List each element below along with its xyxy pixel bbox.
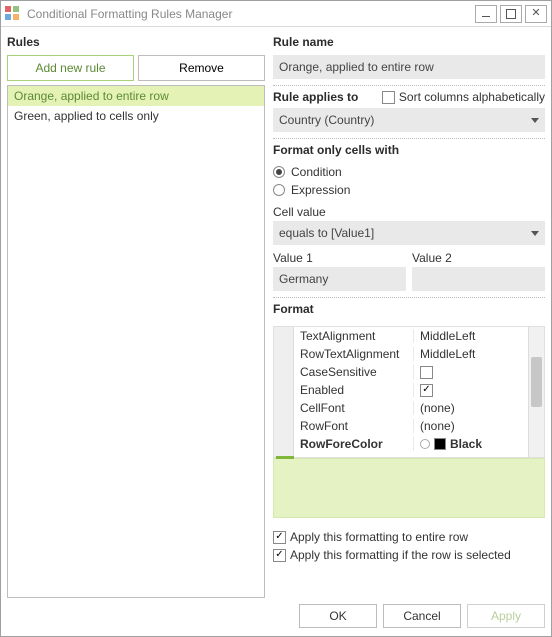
cell-value-heading: Cell value <box>273 205 545 219</box>
format-preview <box>273 458 545 518</box>
radio-icon <box>273 166 285 178</box>
checkbox-icon <box>382 91 395 104</box>
value2-input[interactable] <box>412 267 545 291</box>
property-row[interactable]: RowTextAlignmentMiddleLeft <box>294 345 528 363</box>
checkbox-icon <box>273 549 286 562</box>
color-swatch-icon <box>434 438 446 450</box>
property-name: CaseSensitive <box>294 365 414 379</box>
property-row[interactable]: Enabled <box>294 381 528 399</box>
format-heading: Format <box>273 302 545 316</box>
cell-value-combo[interactable]: equals to [Value1] <box>273 221 545 245</box>
radio-condition[interactable]: Condition <box>273 165 545 179</box>
remove-rule-button[interactable]: Remove <box>138 55 265 81</box>
property-name: TextAlignment <box>294 329 414 343</box>
property-value[interactable]: MiddleLeft <box>414 329 528 343</box>
close-button[interactable]: ✕ <box>525 5 547 23</box>
property-value[interactable]: MiddleLeft <box>414 347 528 361</box>
window-title: Conditional Formatting Rules Manager <box>27 7 472 21</box>
apply-button[interactable]: Apply <box>467 604 545 628</box>
property-value[interactable] <box>414 366 528 379</box>
applies-to-heading: Rule applies to <box>273 90 358 104</box>
rules-heading: Rules <box>7 35 265 49</box>
value1-label: Value 1 <box>273 251 406 265</box>
format-only-heading: Format only cells with <box>273 143 545 157</box>
scrollbar-thumb[interactable] <box>531 357 542 407</box>
titlebar: Conditional Formatting Rules Manager ✕ <box>1 1 551 27</box>
property-row[interactable]: RowFont(none) <box>294 417 528 435</box>
scrollbar[interactable] <box>528 327 544 457</box>
window: Conditional Formatting Rules Manager ✕ R… <box>0 0 552 637</box>
checkbox-icon <box>420 384 433 397</box>
property-name: RowTextAlignment <box>294 347 414 361</box>
rule-name-heading: Rule name <box>273 35 545 49</box>
radio-expression[interactable]: Expression <box>273 183 545 197</box>
add-new-rule-button[interactable]: Add new rule <box>7 55 134 81</box>
property-row[interactable]: RowForeColorBlack <box>294 435 528 453</box>
value1-input[interactable]: Germany <box>273 267 406 291</box>
checkbox-icon <box>273 531 286 544</box>
radio-icon <box>273 184 285 196</box>
apply-entire-row-checkbox[interactable]: Apply this formatting to entire row <box>273 530 545 544</box>
applies-to-combo[interactable]: Country (Country) <box>273 108 545 132</box>
maximize-button[interactable] <box>500 5 522 23</box>
value2-label: Value 2 <box>412 251 545 265</box>
chevron-down-icon <box>531 231 539 236</box>
sort-columns-checkbox[interactable]: Sort columns alphabetically <box>382 90 545 104</box>
dialog-footer: OK Cancel Apply <box>1 600 551 636</box>
property-value[interactable]: (none) <box>414 419 528 433</box>
property-name: CellFont <box>294 401 414 415</box>
apply-if-selected-checkbox[interactable]: Apply this formatting if the row is sele… <box>273 548 545 562</box>
cancel-button[interactable]: Cancel <box>383 604 461 628</box>
app-icon <box>5 6 21 22</box>
color-ring-icon <box>420 439 430 449</box>
property-row[interactable]: CellFont(none) <box>294 399 528 417</box>
property-grid[interactable]: TextAlignmentMiddleLeftRowTextAlignmentM… <box>273 326 545 458</box>
rule-row[interactable]: Orange, applied to entire row <box>8 86 264 106</box>
property-name: Enabled <box>294 383 414 397</box>
property-name: RowFont <box>294 419 414 433</box>
property-row[interactable]: CaseSensitive <box>294 363 528 381</box>
property-value[interactable] <box>414 384 528 397</box>
property-value[interactable]: (none) <box>414 401 528 415</box>
ok-button[interactable]: OK <box>299 604 377 628</box>
rule-name-input[interactable]: Orange, applied to entire row <box>273 55 545 79</box>
property-row[interactable]: TextAlignmentMiddleLeft <box>294 327 528 345</box>
rule-row[interactable]: Green, applied to cells only <box>8 106 264 126</box>
minimize-button[interactable] <box>475 5 497 23</box>
rules-list[interactable]: Orange, applied to entire rowGreen, appl… <box>7 85 265 598</box>
property-name: RowForeColor <box>294 437 414 451</box>
property-value[interactable]: Black <box>414 437 528 451</box>
chevron-down-icon <box>531 118 539 123</box>
checkbox-icon <box>420 366 433 379</box>
property-grid-category-strip <box>274 327 294 457</box>
